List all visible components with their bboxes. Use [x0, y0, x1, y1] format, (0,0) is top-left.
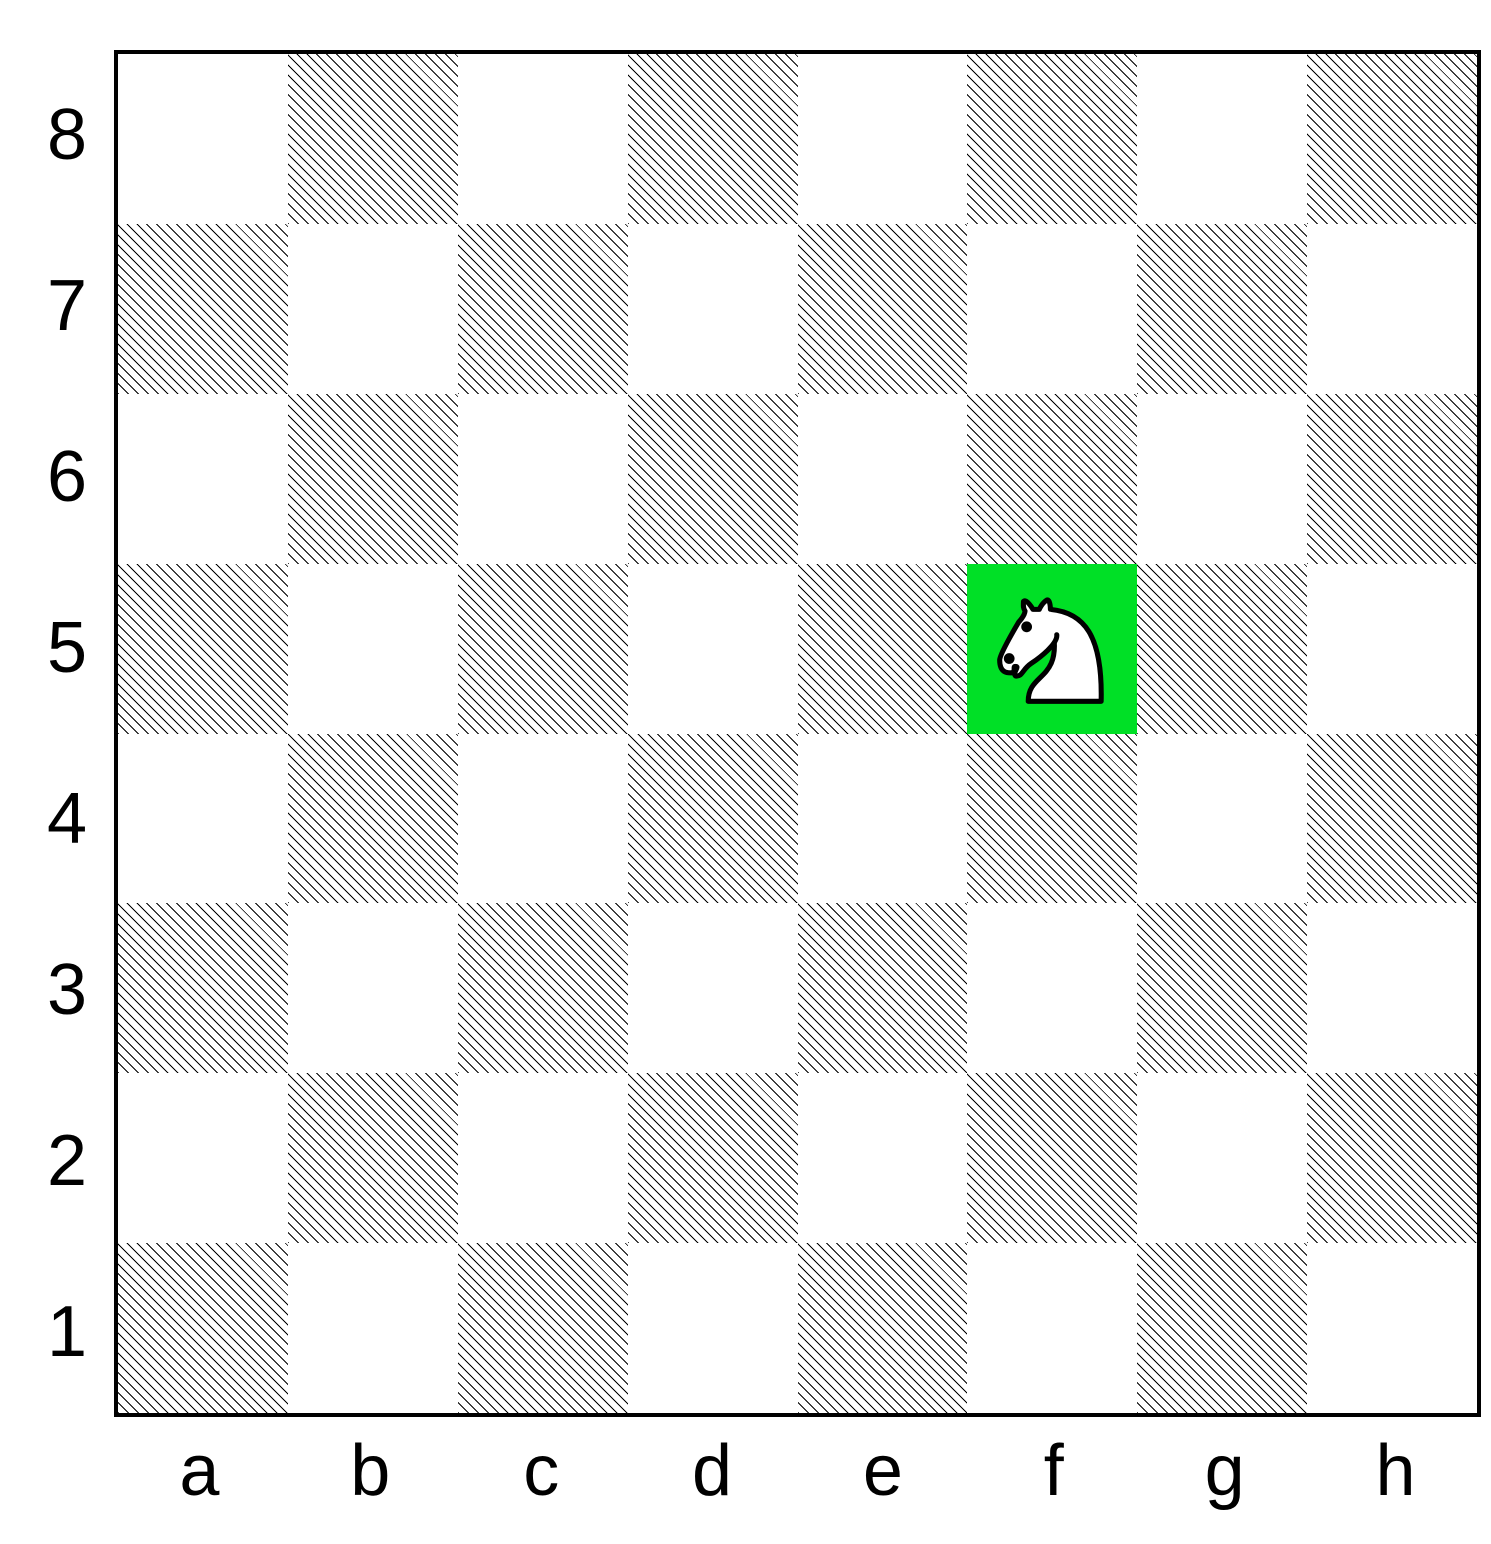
- white-knight-piece[interactable]: [981, 577, 1124, 720]
- rank-label-4: 4: [20, 734, 114, 905]
- square-c7[interactable]: [458, 224, 628, 394]
- square-g7[interactable]: [1137, 224, 1307, 394]
- square-d8[interactable]: [628, 54, 798, 224]
- square-e8[interactable]: [798, 54, 968, 224]
- square-c1[interactable]: [458, 1243, 628, 1413]
- square-e7[interactable]: [798, 224, 968, 394]
- square-h3[interactable]: [1307, 903, 1477, 1073]
- square-d1[interactable]: [628, 1243, 798, 1413]
- square-g8[interactable]: [1137, 54, 1307, 224]
- square-h6[interactable]: [1307, 394, 1477, 564]
- square-h8[interactable]: [1307, 54, 1477, 224]
- file-labels: a b c d e f g h: [114, 1417, 1481, 1524]
- square-a1[interactable]: [118, 1243, 288, 1413]
- file-label-d: d: [627, 1417, 798, 1524]
- square-f6[interactable]: [967, 394, 1137, 564]
- square-a7[interactable]: [118, 224, 288, 394]
- square-b8[interactable]: [288, 54, 458, 224]
- square-a2[interactable]: [118, 1073, 288, 1243]
- square-e1[interactable]: [798, 1243, 968, 1413]
- square-f4[interactable]: [967, 734, 1137, 904]
- rank-label-5: 5: [20, 563, 114, 734]
- square-b3[interactable]: [288, 903, 458, 1073]
- square-c8[interactable]: [458, 54, 628, 224]
- square-a3[interactable]: [118, 903, 288, 1073]
- file-label-h: h: [1310, 1417, 1481, 1524]
- square-f3[interactable]: [967, 903, 1137, 1073]
- square-e5[interactable]: [798, 564, 968, 734]
- square-e2[interactable]: [798, 1073, 968, 1243]
- square-b4[interactable]: [288, 734, 458, 904]
- file-label-g: g: [1139, 1417, 1310, 1524]
- square-h4[interactable]: [1307, 734, 1477, 904]
- square-e4[interactable]: [798, 734, 968, 904]
- square-b1[interactable]: [288, 1243, 458, 1413]
- square-a5[interactable]: [118, 564, 288, 734]
- square-f7[interactable]: [967, 224, 1137, 394]
- square-h7[interactable]: [1307, 224, 1477, 394]
- square-a4[interactable]: [118, 734, 288, 904]
- file-label-b: b: [285, 1417, 456, 1524]
- square-a6[interactable]: [118, 394, 288, 564]
- square-g2[interactable]: [1137, 1073, 1307, 1243]
- square-b2[interactable]: [288, 1073, 458, 1243]
- square-e3[interactable]: [798, 903, 968, 1073]
- square-g4[interactable]: [1137, 734, 1307, 904]
- rank-labels: 8 7 6 5 4 3 2 1: [20, 50, 114, 1417]
- file-label-a: a: [114, 1417, 285, 1524]
- square-c6[interactable]: [458, 394, 628, 564]
- square-h2[interactable]: [1307, 1073, 1477, 1243]
- square-d2[interactable]: [628, 1073, 798, 1243]
- square-f5[interactable]: [967, 564, 1137, 734]
- rank-label-1: 1: [20, 1246, 114, 1417]
- file-label-c: c: [456, 1417, 627, 1524]
- square-c3[interactable]: [458, 903, 628, 1073]
- square-b6[interactable]: [288, 394, 458, 564]
- square-g3[interactable]: [1137, 903, 1307, 1073]
- rank-label-7: 7: [20, 221, 114, 392]
- square-g1[interactable]: [1137, 1243, 1307, 1413]
- square-d7[interactable]: [628, 224, 798, 394]
- square-f2[interactable]: [967, 1073, 1137, 1243]
- square-e6[interactable]: [798, 394, 968, 564]
- square-d3[interactable]: [628, 903, 798, 1073]
- square-c5[interactable]: [458, 564, 628, 734]
- square-g5[interactable]: [1137, 564, 1307, 734]
- rank-label-3: 3: [20, 904, 114, 1075]
- rank-label-6: 6: [20, 392, 114, 563]
- square-g6[interactable]: [1137, 394, 1307, 564]
- rank-label-8: 8: [20, 50, 114, 221]
- square-f1[interactable]: [967, 1243, 1137, 1413]
- square-a8[interactable]: [118, 54, 288, 224]
- square-d5[interactable]: [628, 564, 798, 734]
- square-c2[interactable]: [458, 1073, 628, 1243]
- square-h5[interactable]: [1307, 564, 1477, 734]
- file-label-f: f: [968, 1417, 1139, 1524]
- rank-label-2: 2: [20, 1075, 114, 1246]
- square-c4[interactable]: [458, 734, 628, 904]
- knight-icon: [981, 577, 1124, 720]
- square-d6[interactable]: [628, 394, 798, 564]
- square-f8[interactable]: [967, 54, 1137, 224]
- chessboard-diagram: 8 7 6 5 4 3 2 1: [20, 20, 1471, 1524]
- square-b5[interactable]: [288, 564, 458, 734]
- chessboard: [114, 50, 1481, 1417]
- square-b7[interactable]: [288, 224, 458, 394]
- square-d4[interactable]: [628, 734, 798, 904]
- file-label-e: e: [798, 1417, 969, 1524]
- square-h1[interactable]: [1307, 1243, 1477, 1413]
